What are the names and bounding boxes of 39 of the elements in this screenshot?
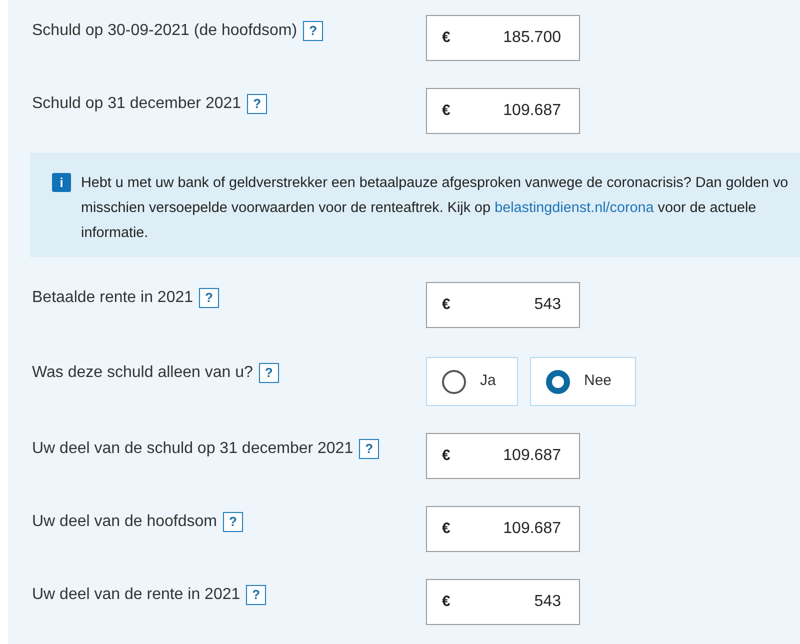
amount-value: 543 — [534, 592, 561, 612]
field-label: Schuld op 30-09-2021 (de hoofdsom) — [32, 21, 298, 41]
amount-value: 543 — [534, 295, 561, 315]
amount-value: 185.700 — [503, 28, 561, 48]
field-label: Was deze schuld alleen van u? — [32, 363, 253, 383]
amount-value: 109.687 — [503, 446, 561, 466]
amount-value: 109.687 — [503, 101, 561, 121]
corona-link[interactable]: belastingdienst.nl/corona — [494, 200, 654, 216]
help-button[interactable]: ? — [199, 288, 220, 308]
field-label: Uw deel van de schuld op 31 december 2021 — [32, 439, 354, 459]
field-label: Betaalde rente in 2021 — [32, 288, 194, 308]
field-label: Schuld op 31 december 2021 — [32, 94, 242, 114]
currency-symbol: € — [442, 592, 450, 612]
help-button[interactable]: ? — [223, 512, 243, 532]
radio-option[interactable]: Ja — [426, 357, 518, 406]
radio-option[interactable]: Nee — [530, 357, 636, 406]
amount-field[interactable]: € 109.687 — [426, 433, 580, 479]
radio-icon[interactable] — [546, 370, 570, 394]
amount-field[interactable]: € 543 — [426, 579, 580, 625]
field-label: Uw deel van de rente in 2021 — [32, 585, 240, 605]
amount-field[interactable]: € 109.687 — [426, 88, 580, 134]
help-button[interactable]: ? — [258, 363, 279, 383]
currency-symbol: € — [442, 100, 450, 121]
help-button[interactable]: ? — [303, 21, 324, 41]
help-button[interactable]: ? — [246, 585, 266, 605]
amount-field[interactable]: € 185.700 — [426, 15, 580, 61]
info-text: Hebt u met uw bank of geldverstrekker een betaalpauze afgesproken vanwege de coronacrisis? Dan golden vo misschien versoepelde voorwaarden voor de renteaftrek. Kijk op belastingdienst.nl/corona voor de actuele informatie. — [81, 174, 788, 243]
field-label: Uw deel van de hoofdsom — [32, 512, 217, 532]
radio-icon[interactable] — [442, 370, 466, 394]
amount-field[interactable]: € 543 — [426, 282, 580, 328]
currency-symbol: € — [442, 294, 450, 315]
currency-symbol: € — [442, 28, 450, 48]
currency-symbol: € — [442, 446, 450, 466]
info-icon: i — [52, 173, 71, 192]
currency-symbol: € — [442, 518, 450, 539]
help-button[interactable]: ? — [247, 94, 268, 114]
help-button[interactable]: ? — [359, 439, 380, 459]
amount-field[interactable]: € 109.687 — [426, 506, 580, 552]
amount-value: 109.687 — [503, 519, 561, 539]
